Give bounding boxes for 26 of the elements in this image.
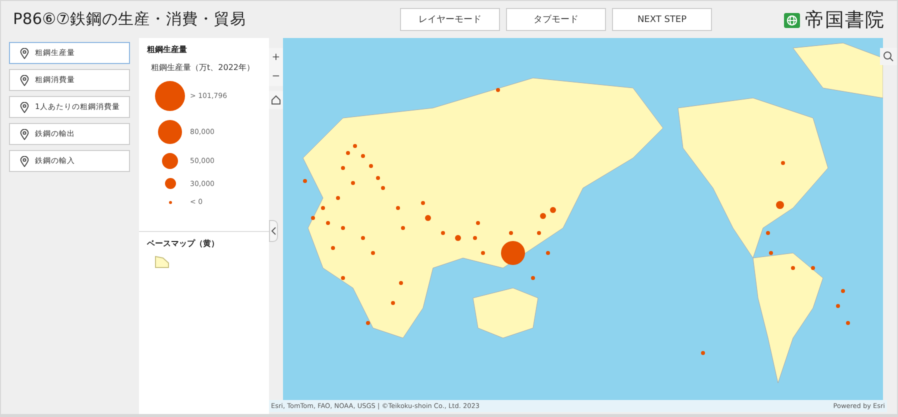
header-button[interactable]: レイヤーモード	[400, 8, 500, 31]
header-button[interactable]: NEXT STEP	[612, 8, 712, 31]
search-icon	[883, 51, 894, 62]
map-pin-icon	[20, 102, 29, 112]
map-pin-icon	[20, 48, 29, 58]
map-pin-icon	[20, 74, 29, 86]
search-button[interactable]	[880, 48, 897, 65]
size-symbol	[164, 178, 176, 189]
size-symbol	[155, 81, 185, 111]
map-pin-icon	[20, 128, 29, 140]
logo-text: 帝国書院	[805, 8, 885, 32]
size-symbol	[162, 153, 178, 169]
map-pin-icon	[20, 156, 29, 166]
home-icon	[271, 95, 281, 105]
legend-subtitle: 粗鋼生産量（万t、2022年）	[150, 62, 256, 73]
legend-title: 粗鋼生産量	[146, 44, 188, 55]
basemap-swatch-icon	[155, 256, 169, 268]
collapse-button[interactable]	[269, 220, 278, 242]
basemap-title: ベースマップ（黄）	[146, 238, 220, 249]
book-globe-icon	[783, 10, 801, 28]
home-button[interactable]	[269, 91, 283, 109]
size-symbol	[168, 200, 172, 204]
header-button[interactable]: タブモード	[506, 8, 606, 31]
chevron-left-icon	[271, 227, 276, 235]
page-title: P86⑥⑦鉄鋼の生産・消費・貿易	[13, 9, 247, 30]
size-symbol	[158, 120, 182, 144]
